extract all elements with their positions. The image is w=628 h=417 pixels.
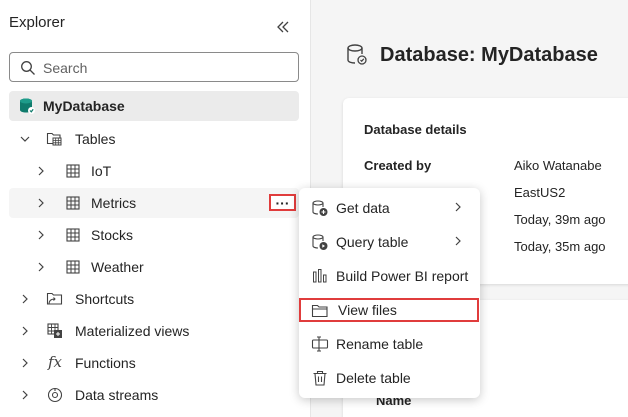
tree-item-data-streams[interactable]: Data streams (9, 380, 299, 410)
materialized-view-icon (46, 322, 64, 340)
search-input[interactable] (43, 58, 283, 77)
chevron-right-icon[interactable] (18, 324, 32, 338)
menu-item-label: Rename table (336, 336, 424, 352)
rename-icon (311, 335, 329, 353)
table-icon (64, 258, 82, 276)
data-stream-icon (46, 386, 64, 404)
explorer-title: Explorer (9, 14, 65, 31)
function-icon: fx (47, 353, 62, 371)
menu-item-delete-table[interactable]: Delete table (299, 361, 480, 395)
menu-item-build-power-bi-report[interactable]: Build Power BI report (299, 259, 480, 293)
table-label: Metrics (91, 195, 137, 211)
chevron-right-icon[interactable] (34, 260, 48, 274)
materialized-views-label: Materialized views (75, 323, 190, 339)
chevron-right-icon[interactable] (34, 196, 48, 210)
ellipsis-icon: ··· (275, 194, 290, 211)
menu-item-label: Delete table (336, 370, 411, 386)
created-on-value: Today, 39m ago (514, 212, 606, 227)
menu-item-get-data[interactable]: Get data (299, 191, 480, 225)
tables-label: Tables (75, 131, 116, 147)
context-menu: Get data Query table Build Power BI repo… (299, 188, 480, 398)
tree-item-table-stocks[interactable]: Stocks (9, 220, 299, 250)
chevron-right-icon[interactable] (18, 388, 32, 402)
shortcuts-label: Shortcuts (75, 291, 135, 307)
database-add-icon (311, 199, 329, 217)
database-name: MyDatabase (43, 98, 125, 114)
table-label: Stocks (91, 227, 134, 243)
menu-item-label: Query table (336, 234, 409, 250)
created-by-value: Aiko Watanabe (514, 158, 602, 173)
chevron-right-icon[interactable] (34, 164, 48, 178)
tree-item-materialized-views[interactable]: Materialized views (9, 316, 299, 346)
tree-item-tables[interactable]: Tables (9, 124, 299, 154)
table-icon (64, 194, 82, 212)
table-label: Weather (91, 259, 144, 275)
menu-item-rename-table[interactable]: Rename table (299, 327, 480, 361)
table-label: IoT (91, 163, 112, 179)
region-value: EastUS2 (514, 185, 566, 200)
tree-item-table-iot[interactable]: IoT (9, 156, 299, 186)
chevron-right-icon[interactable] (18, 292, 32, 306)
menu-item-view-files[interactable]: View files (299, 298, 479, 322)
table-icon (64, 226, 82, 244)
chevron-right-icon (455, 236, 461, 246)
tree-item-table-weather[interactable]: Weather (9, 252, 299, 282)
page-title: Database: MyDatabase (380, 44, 598, 66)
tree-item-functions[interactable]: fx Functions (9, 348, 299, 378)
database-icon (18, 97, 36, 115)
shortcut-folder-icon (46, 290, 64, 308)
menu-item-label: Get data (336, 200, 390, 216)
search-box[interactable] (9, 52, 299, 82)
more-options-button[interactable]: ··· (269, 194, 296, 211)
menu-item-query-table[interactable]: Query table (299, 225, 480, 259)
tree-item-table-metrics[interactable]: Metrics (9, 188, 299, 218)
data-streams-label: Data streams (75, 387, 159, 403)
database-icon (345, 43, 369, 70)
chevron-right-icon[interactable] (34, 228, 48, 242)
search-icon (21, 61, 35, 75)
explorer-pane: Explorer MyDatabase Tables IoT (0, 0, 311, 417)
bar-chart-icon (311, 267, 329, 285)
trash-icon (311, 369, 329, 387)
tree-item-shortcuts[interactable]: Shortcuts (9, 284, 299, 314)
functions-label: Functions (75, 355, 136, 371)
tables-folder-icon (46, 130, 64, 148)
chevron-down-icon[interactable] (18, 132, 32, 146)
menu-item-label: Build Power BI report (336, 268, 469, 284)
menu-item-label: View files (338, 302, 397, 318)
folder-icon (311, 302, 329, 320)
chevron-right-icon[interactable] (18, 356, 32, 370)
collapse-pane-button[interactable] (272, 16, 294, 38)
created-by-label: Created by (364, 158, 432, 173)
last-ingestion-value: Today, 35m ago (514, 239, 606, 254)
tree-item-database[interactable]: MyDatabase (9, 91, 299, 121)
chevron-right-icon (455, 202, 461, 212)
table-icon (64, 162, 82, 180)
double-chevron-left-icon (277, 21, 289, 33)
query-table-icon (311, 233, 329, 251)
card-title: Database details (364, 122, 467, 137)
